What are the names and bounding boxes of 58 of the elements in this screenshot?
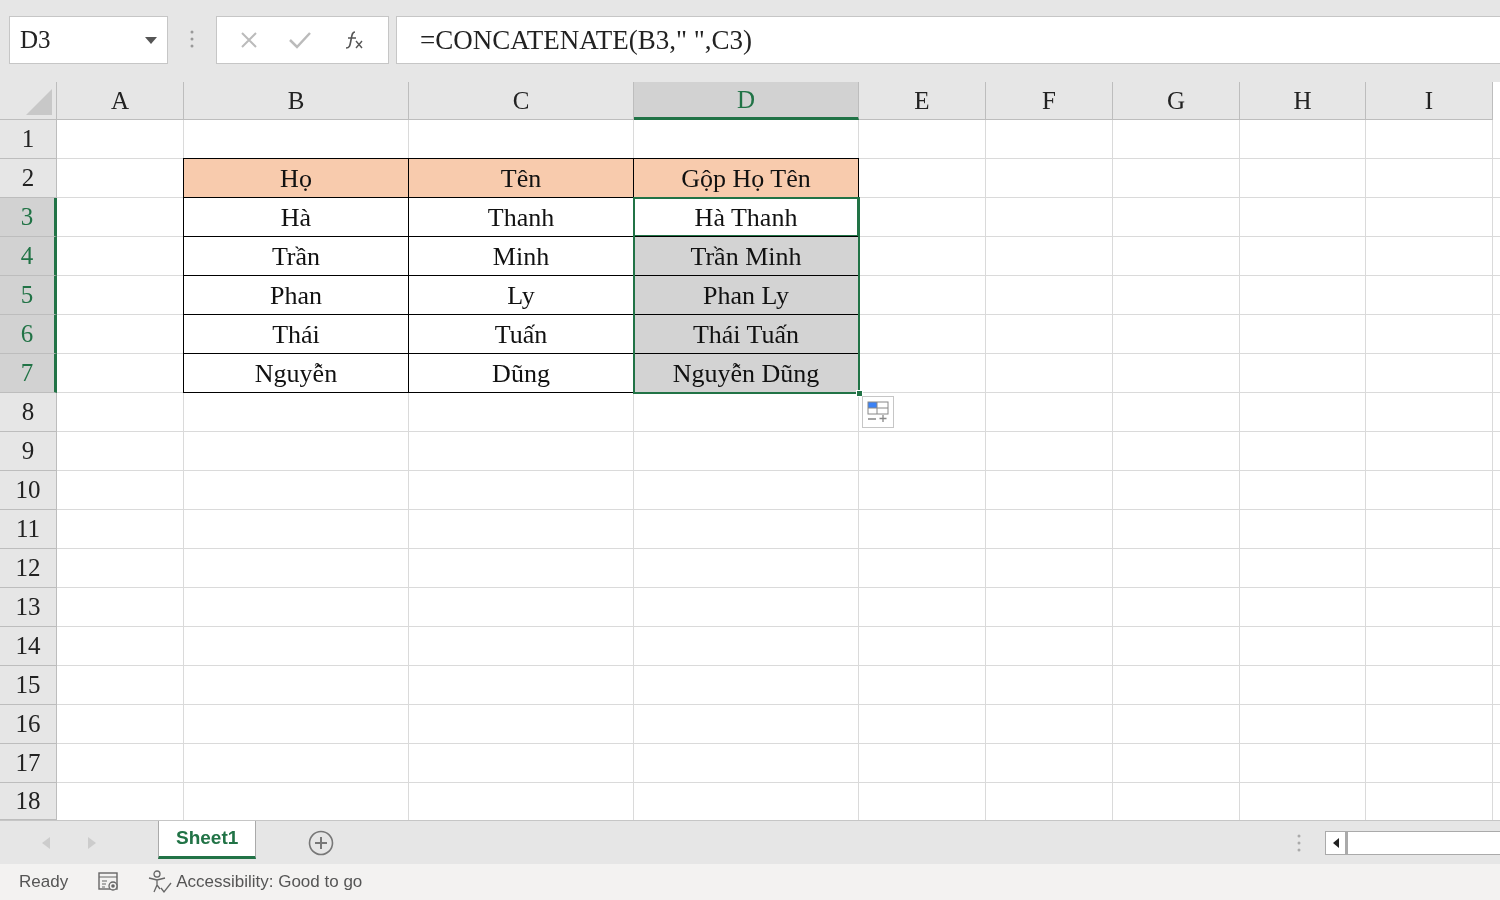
table-cell: Trần Minh — [633, 236, 859, 276]
formula-text: =CONCATENATE(B3," ",C3) — [420, 23, 752, 57]
column-header[interactable]: C — [409, 82, 634, 120]
row-header[interactable]: 8 — [0, 393, 57, 432]
column-header[interactable]: D — [634, 82, 859, 120]
column-header[interactable]: E — [859, 82, 986, 120]
table-cell: Hà Thanh — [633, 197, 859, 237]
row-header[interactable]: 3 — [0, 198, 57, 237]
quick-analysis-icon — [867, 401, 889, 423]
column-header[interactable]: I — [1366, 82, 1493, 120]
quick-analysis-button[interactable] — [862, 396, 894, 428]
cancel-icon[interactable] — [240, 31, 259, 49]
accessibility-icon[interactable] — [147, 870, 174, 894]
table-cell: Nguyễn — [183, 353, 409, 393]
more-options-icon[interactable] — [1297, 834, 1301, 852]
more-options-icon[interactable] — [190, 30, 194, 48]
table-cell: Thái Tuấn — [633, 314, 859, 354]
column-header[interactable]: A — [57, 82, 184, 120]
add-sheet-icon[interactable] — [308, 829, 335, 856]
row-header[interactable]: 18 — [0, 783, 57, 820]
fill-handle[interactable] — [856, 390, 863, 397]
column-header[interactable]: H — [1240, 82, 1366, 120]
checkmark-icon[interactable] — [288, 31, 313, 49]
row-header[interactable]: 11 — [0, 510, 57, 549]
sheet-tab[interactable]: Sheet1 — [158, 821, 257, 859]
accessibility-status[interactable]: Accessibility: Good to go — [176, 869, 363, 895]
table-header-cell: Gộp Họ Tên — [633, 158, 859, 198]
column-header[interactable]: B — [184, 82, 409, 120]
horizontal-scrollbar[interactable] — [1325, 831, 1500, 855]
row-header[interactable]: 9 — [0, 432, 57, 471]
name-box[interactable]: D3 — [9, 16, 168, 64]
table-header-cell: Tên — [408, 158, 634, 198]
row-header[interactable]: 5 — [0, 276, 57, 315]
row-header[interactable]: 7 — [0, 354, 57, 393]
column-header[interactable]: G — [1113, 82, 1240, 120]
row-header[interactable]: 6 — [0, 315, 57, 354]
row-header[interactable]: 1 — [0, 120, 57, 159]
scroll-left-icon[interactable] — [1332, 838, 1339, 848]
row-header[interactable]: 12 — [0, 549, 57, 588]
column-header[interactable]: F — [986, 82, 1113, 120]
dropdown-caret-icon — [145, 36, 157, 44]
table-cell: Nguyễn Dũng — [633, 353, 859, 393]
select-all-triangle-icon[interactable] — [26, 89, 52, 115]
status-text: Ready — [19, 871, 69, 894]
table-header-cell: Họ — [183, 158, 409, 198]
row-header[interactable]: 16 — [0, 705, 57, 744]
row-header[interactable]: 17 — [0, 744, 57, 783]
row-header[interactable]: 14 — [0, 627, 57, 666]
row-header[interactable]: 4 — [0, 237, 57, 276]
row-header[interactable]: 15 — [0, 666, 57, 705]
cell-reference: D3 — [20, 25, 51, 56]
table-cell: Phan Ly — [633, 275, 859, 315]
scroll-right-icon[interactable] — [88, 836, 96, 849]
macro-recording-icon[interactable] — [98, 872, 121, 892]
row-header[interactable]: 10 — [0, 471, 57, 510]
formula-bar[interactable]: =CONCATENATE(B3," ",C3) — [396, 16, 1500, 64]
row-header[interactable]: 13 — [0, 588, 57, 627]
row-header[interactable]: 2 — [0, 159, 57, 198]
